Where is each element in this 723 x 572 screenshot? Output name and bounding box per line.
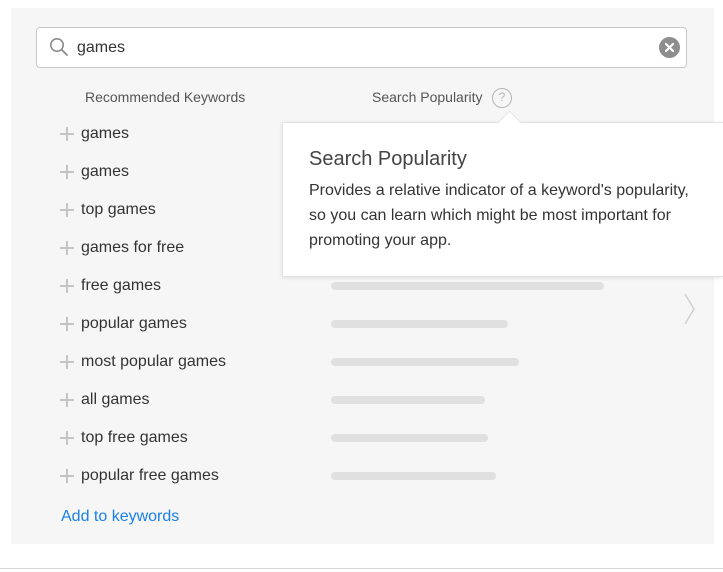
clear-search-button[interactable] (659, 37, 680, 58)
search-input[interactable] (77, 28, 637, 67)
clear-icon (664, 42, 675, 53)
keyword-label: games for free (81, 239, 185, 256)
popover-body: Provides a relative indicator of a keywo… (309, 182, 689, 249)
recommended-keywords-header: Recommended Keywords (85, 89, 246, 105)
search-popularity-header: Search Popularity (372, 89, 483, 105)
keyword-label: games (81, 125, 130, 142)
keyword-label: popular games (81, 315, 187, 332)
keyword-label: all games (81, 391, 150, 408)
plus-icon[interactable] (60, 355, 74, 369)
popover-title: Search Popularity (309, 148, 467, 170)
keyword-label: top games (81, 201, 156, 218)
plus-icon[interactable] (60, 241, 74, 255)
keyword-label: games (81, 163, 130, 180)
help-icon[interactable]: ? (492, 88, 512, 108)
keyword-label: popular free games (81, 467, 219, 484)
plus-icon[interactable] (60, 279, 74, 293)
popularity-bar (331, 320, 508, 328)
search-popularity-popover: Search Popularity Provides a relative in… (282, 110, 723, 277)
plus-icon[interactable] (60, 165, 74, 179)
popularity-bar (331, 358, 519, 366)
keyword-label: most popular games (81, 353, 226, 370)
search-icon (50, 38, 68, 56)
popularity-bar (331, 396, 485, 404)
plus-icon[interactable] (60, 393, 74, 407)
plus-icon[interactable] (60, 203, 74, 217)
plus-icon[interactable] (60, 127, 74, 141)
popularity-bar (331, 282, 604, 290)
divider (0, 568, 723, 569)
plus-icon[interactable] (60, 431, 74, 445)
search-field[interactable] (36, 27, 687, 68)
popularity-bar (331, 434, 488, 442)
keyword-label: free games (81, 277, 162, 294)
add-to-keywords-link[interactable]: Add to keywords (61, 508, 179, 526)
keyword-label: top free games (81, 429, 188, 446)
chevron-right-icon[interactable] (682, 292, 696, 326)
popularity-bar (331, 472, 496, 480)
plus-icon[interactable] (60, 469, 74, 483)
plus-icon[interactable] (60, 317, 74, 331)
